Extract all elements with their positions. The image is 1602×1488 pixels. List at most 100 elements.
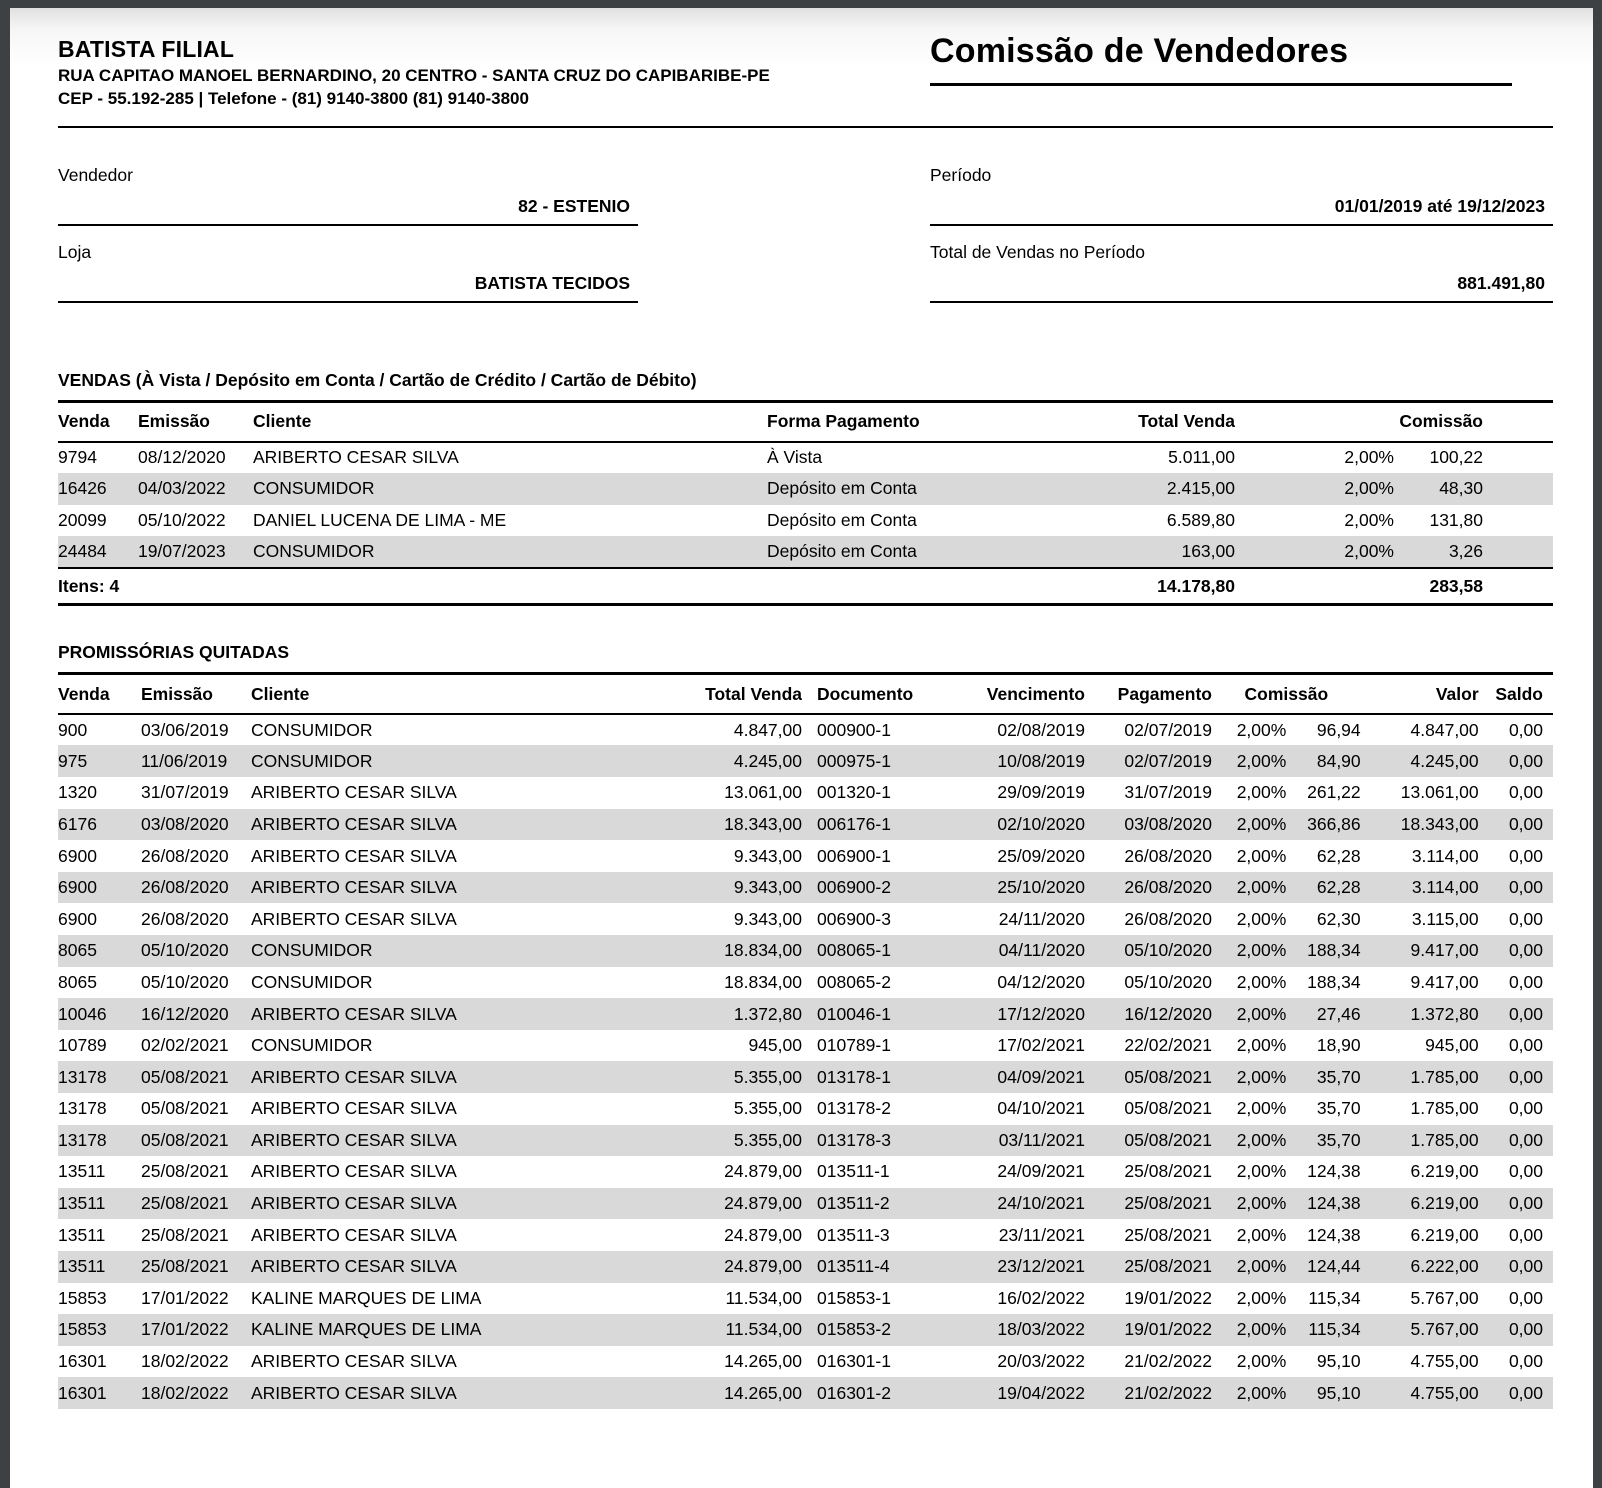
valor-cell: 6.219,00 xyxy=(1361,1188,1479,1220)
pagamento-cell: 05/08/2021 xyxy=(1085,1061,1212,1093)
pct-cell: 2,00% xyxy=(1212,1346,1286,1378)
promissorias-row: 1004616/12/2020ARIBERTO CESAR SILVA1.372… xyxy=(58,998,1553,1030)
valor-cell: 9.417,00 xyxy=(1361,935,1479,967)
valor-cell: 6.222,00 xyxy=(1361,1251,1479,1283)
col-cliente: Cliente xyxy=(253,402,767,442)
promissorias-row: 690026/08/2020ARIBERTO CESAR SILVA9.343,… xyxy=(58,872,1553,904)
pct-cell: 2,00% xyxy=(1212,935,1286,967)
pct-cell: 2,00% xyxy=(1212,1156,1286,1188)
vendedor-value: 82 - ESTENIO xyxy=(58,195,638,217)
vencimento-cell: 16/02/2022 xyxy=(925,1283,1085,1315)
forma-cell: Depósito em Conta xyxy=(767,505,1057,537)
emissao-cell: 19/07/2023 xyxy=(138,536,253,568)
pct-cell: 2,00% xyxy=(1212,1093,1286,1125)
pct-cell: 2,00% xyxy=(1212,809,1286,841)
vencimento-cell: 19/04/2022 xyxy=(925,1377,1085,1409)
col-saldo: Saldo xyxy=(1479,674,1553,714)
promissorias-row: 617603/08/2020ARIBERTO CESAR SILVA18.343… xyxy=(58,809,1553,841)
pct-cell: 2,00% xyxy=(1212,840,1286,872)
company-address-line2: CEP - 55.192-285 | Telefone - (81) 9140-… xyxy=(58,87,1553,110)
venda-cell: 10789 xyxy=(58,1030,141,1062)
vendas-itens-count: Itens: 4 xyxy=(58,568,1057,605)
total-cell: 11.534,00 xyxy=(675,1283,802,1315)
comissao-cell: 18,90 xyxy=(1286,1030,1360,1062)
venda-cell: 13178 xyxy=(58,1061,141,1093)
promissorias-row: 1317805/08/2021ARIBERTO CESAR SILVA5.355… xyxy=(58,1093,1553,1125)
col-documento: Documento xyxy=(802,674,925,714)
loja-label: Loja xyxy=(58,241,638,263)
total-cell: 24.879,00 xyxy=(675,1156,802,1188)
promissorias-row: 90003/06/2019CONSUMIDOR4.847,00000900-10… xyxy=(58,714,1553,746)
vendas-row: 2448419/07/2023CONSUMIDORDepósito em Con… xyxy=(58,536,1553,568)
venda-cell: 6900 xyxy=(58,840,141,872)
pct-cell: 2,00% xyxy=(1212,777,1286,809)
vencimento-cell: 24/11/2020 xyxy=(925,903,1085,935)
pagamento-cell: 05/08/2021 xyxy=(1085,1125,1212,1157)
comissao-cell: 188,34 xyxy=(1286,967,1360,999)
documento-cell: 001320-1 xyxy=(802,777,925,809)
emissao-cell: 03/06/2019 xyxy=(141,714,251,746)
pct-cell: 2,00% xyxy=(1212,1314,1286,1346)
venda-cell: 975 xyxy=(58,745,141,777)
comissao-cell: 188,34 xyxy=(1286,935,1360,967)
comissao-cell: 124,38 xyxy=(1286,1156,1360,1188)
vendas-table: Venda Emissão Cliente Forma Pagamento To… xyxy=(58,400,1553,606)
total-cell: 24.879,00 xyxy=(675,1219,802,1251)
cliente-cell: CONSUMIDOR xyxy=(251,1030,675,1062)
cliente-cell: ARIBERTO CESAR SILVA xyxy=(251,872,675,904)
comissao-cell: 96,94 xyxy=(1286,714,1360,746)
pagamento-cell: 26/08/2020 xyxy=(1085,903,1212,935)
vencimento-cell: 23/12/2021 xyxy=(925,1251,1085,1283)
promissorias-row: 1351125/08/2021ARIBERTO CESAR SILVA24.87… xyxy=(58,1156,1553,1188)
comissao-cell: 124,38 xyxy=(1286,1188,1360,1220)
documento-cell: 013178-1 xyxy=(802,1061,925,1093)
documento-cell: 008065-2 xyxy=(802,967,925,999)
saldo-cell: 0,00 xyxy=(1479,1156,1553,1188)
vendedor-label: Vendedor xyxy=(58,164,638,186)
comissao-cell: 62,28 xyxy=(1286,872,1360,904)
pagamento-cell: 02/07/2019 xyxy=(1085,714,1212,746)
cliente-cell: CONSUMIDOR xyxy=(251,714,675,746)
documento-cell: 006900-1 xyxy=(802,840,925,872)
report-header: BATISTA FILIAL RUA CAPITAO MANOEL BERNAR… xyxy=(58,8,1553,110)
vendas-section: VENDAS (À Vista / Depósito em Conta / Ca… xyxy=(58,370,1553,606)
cliente-cell: ARIBERTO CESAR SILVA xyxy=(251,1377,675,1409)
saldo-cell: 0,00 xyxy=(1479,1314,1553,1346)
comissao-cell: 27,46 xyxy=(1286,998,1360,1030)
venda-cell: 15853 xyxy=(58,1314,141,1346)
vencimento-cell: 02/10/2020 xyxy=(925,809,1085,841)
comissao-cell: 261,22 xyxy=(1286,777,1360,809)
emissao-cell: 03/08/2020 xyxy=(141,809,251,841)
pagamento-cell: 25/08/2021 xyxy=(1085,1156,1212,1188)
comissao-cell: 35,70 xyxy=(1286,1093,1360,1125)
total-cell: 1.372,80 xyxy=(675,998,802,1030)
cliente-cell: ARIBERTO CESAR SILVA xyxy=(251,777,675,809)
pagamento-cell: 31/07/2019 xyxy=(1085,777,1212,809)
pct-cell: 2,00% xyxy=(1235,536,1394,568)
total-cell: 5.355,00 xyxy=(675,1093,802,1125)
documento-cell: 000975-1 xyxy=(802,745,925,777)
valor-cell: 1.372,80 xyxy=(1361,998,1479,1030)
vencimento-cell: 04/09/2021 xyxy=(925,1061,1085,1093)
saldo-cell: 0,00 xyxy=(1479,1251,1553,1283)
promissorias-row: 1317805/08/2021ARIBERTO CESAR SILVA5.355… xyxy=(58,1125,1553,1157)
total-cell: 5.011,00 xyxy=(1057,442,1235,474)
total-cell: 2.415,00 xyxy=(1057,473,1235,505)
vencimento-cell: 29/09/2019 xyxy=(925,777,1085,809)
pct-cell: 2,00% xyxy=(1212,872,1286,904)
pagamento-cell: 02/07/2019 xyxy=(1085,745,1212,777)
promissorias-row: 690026/08/2020ARIBERTO CESAR SILVA9.343,… xyxy=(58,840,1553,872)
pagamento-cell: 05/10/2020 xyxy=(1085,935,1212,967)
saldo-cell: 0,00 xyxy=(1479,1188,1553,1220)
venda-cell: 16426 xyxy=(58,473,138,505)
saldo-cell: 0,00 xyxy=(1479,903,1553,935)
saldo-cell: 0,00 xyxy=(1479,1219,1553,1251)
pct-cell: 2,00% xyxy=(1235,442,1394,474)
emissao-cell: 05/08/2021 xyxy=(141,1061,251,1093)
cliente-cell: ARIBERTO CESAR SILVA xyxy=(251,1061,675,1093)
saldo-cell: 0,00 xyxy=(1479,1377,1553,1409)
forma-cell: Depósito em Conta xyxy=(767,536,1057,568)
cliente-cell: ARIBERTO CESAR SILVA xyxy=(251,840,675,872)
page-title: Comissão de Vendedores xyxy=(930,32,1512,71)
emissao-cell: 05/10/2022 xyxy=(138,505,253,537)
